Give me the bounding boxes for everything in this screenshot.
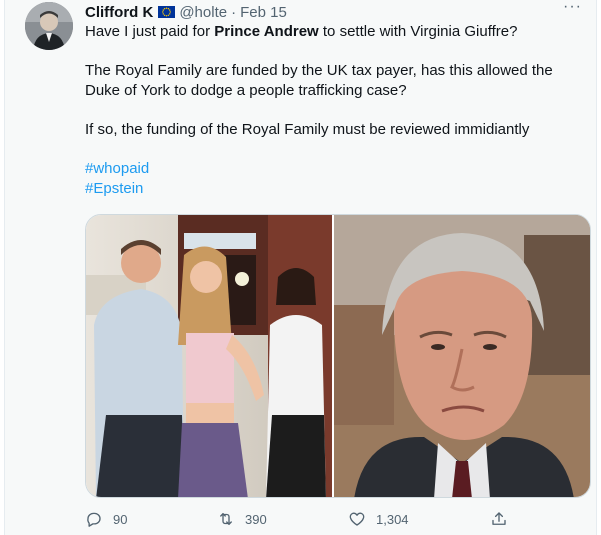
tweet-paragraph-2: The Royal Family are funded by the UK ta… [85,62,553,99]
like-icon [349,512,365,526]
text-segment: to settle with Virginia Giuffre? [318,23,518,40]
avatar[interactable] [25,2,73,50]
reply-count: 90 [113,511,128,527]
tweet-paragraph-3: If so, the funding of the Royal Family m… [85,121,530,138]
retweet-button[interactable]: 390 [217,510,267,528]
tweet-paragraph-1: Have I just paid for Prince Andrew to se… [85,22,585,42]
author-handle[interactable]: @holte [179,4,227,21]
tweet-date[interactable]: Feb 15 [240,4,287,21]
text-bold-segment: Prince Andrew [214,23,319,40]
separator-dot: · [231,3,237,21]
like-count: 1,304 [376,511,409,527]
share-button[interactable] [490,510,508,528]
group-photo[interactable] [86,215,332,497]
author-name[interactable]: Clifford K [85,4,153,21]
hashtag-link[interactable]: #whopaid [85,160,149,177]
reply-icon [87,512,101,527]
more-options-icon[interactable]: ··· [563,0,582,16]
share-icon [492,512,506,525]
tweet-actions: 90 390 1,304 [85,510,515,532]
tweet-card[interactable]: Clifford K @holte · Feb 15 ··· Have I ju… [4,0,597,535]
reply-button[interactable]: 90 [85,510,127,528]
text-segment: Have I just paid for [85,23,215,40]
like-button[interactable]: 1,304 [348,510,409,528]
tweet-text: Have I just paid for Prince Andrew to se… [85,22,585,199]
tweet-media [85,214,591,498]
portrait-photo[interactable] [334,215,590,497]
retweet-icon [220,513,232,525]
hashtag-link[interactable]: #Epstein [85,180,143,197]
retweet-count: 390 [245,511,267,527]
tweet-header: Clifford K @holte · Feb 15 [85,2,287,22]
eu-flag-icon [158,6,176,18]
